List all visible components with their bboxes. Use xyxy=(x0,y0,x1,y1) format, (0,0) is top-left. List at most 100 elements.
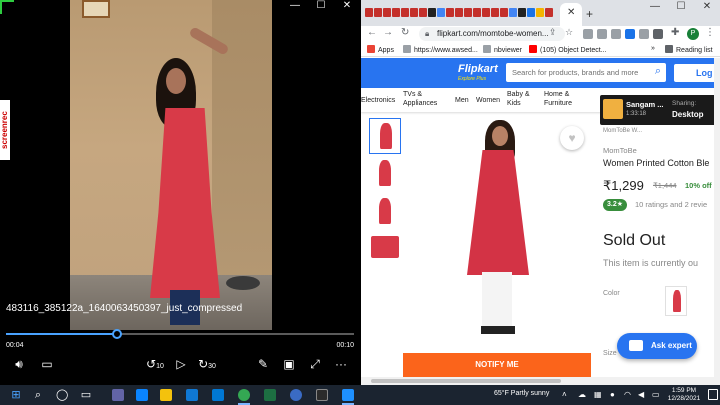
extension-icon[interactable] xyxy=(583,29,593,39)
tab-favicon[interactable] xyxy=(365,8,373,17)
tab-favicon[interactable] xyxy=(482,8,490,17)
widgets-icon[interactable]: ▭ xyxy=(80,389,92,401)
minimize-button[interactable]: — xyxy=(282,0,308,12)
wifi-icon[interactable]: ◠ xyxy=(624,390,631,399)
ask-expert-button[interactable]: Ask expert xyxy=(617,333,697,359)
tab-favicon[interactable] xyxy=(419,8,427,17)
scrollbar-thumb[interactable] xyxy=(371,379,561,383)
captions-icon[interactable]: ▭ xyxy=(38,356,56,372)
search-input[interactable]: Search for products, brands and more ⌕ xyxy=(506,63,666,82)
volume-icon[interactable]: 🔊︎ xyxy=(10,356,28,372)
flipkart-logo[interactable]: Flipkart xyxy=(458,63,498,75)
extension-icon[interactable] xyxy=(625,29,635,39)
search-icon[interactable]: ⌕ xyxy=(32,389,44,401)
start-icon[interactable]: ⊞ xyxy=(10,389,22,401)
seek-bar[interactable] xyxy=(6,329,354,339)
back-icon[interactable]: ← xyxy=(367,27,377,38)
tab-favicon[interactable] xyxy=(401,8,409,17)
flipkart-tagline[interactable]: Explore Plus xyxy=(458,76,486,82)
fullscreen-icon[interactable]: ⤢ xyxy=(306,356,324,372)
cloud-icon[interactable]: ☁ xyxy=(578,390,586,399)
system-clock[interactable]: 1:59 PM 12/28/2021 xyxy=(664,387,704,403)
lock-icon[interactable]: 🔒︎ xyxy=(425,29,429,39)
forward-button[interactable]: ↻30 xyxy=(198,356,216,372)
extension-icon[interactable] xyxy=(597,29,607,39)
weather-widget[interactable]: 65°F Partly sunny xyxy=(494,390,549,397)
file-explorer-icon[interactable] xyxy=(160,389,172,401)
minimize-button[interactable]: — xyxy=(642,0,668,14)
address-bar[interactable]: 🔒︎ flipkart.com/momtobe-women... xyxy=(419,27,565,41)
rating-count[interactable]: 10 ratings and 2 revie xyxy=(635,200,707,209)
tray-overflow-icon[interactable]: ˄ xyxy=(562,390,567,399)
bookmark-object-detect[interactable]: (105) Object Detect... xyxy=(529,45,607,54)
thumbnail[interactable] xyxy=(369,194,401,230)
menu-icon[interactable]: ⋮ xyxy=(705,27,715,38)
tab-favicon[interactable] xyxy=(383,8,391,17)
vertical-scrollbar[interactable] xyxy=(714,58,720,377)
tab-favicon[interactable] xyxy=(464,8,472,17)
terminal-icon[interactable] xyxy=(316,389,328,401)
miniplayer-icon[interactable]: ▣ xyxy=(280,356,298,372)
extensions-puzzle-icon[interactable]: ✚ xyxy=(671,27,679,38)
network-icon[interactable]: ▦ xyxy=(594,390,602,399)
reload-icon[interactable]: ↻ xyxy=(401,27,409,38)
microphone-icon[interactable]: ● xyxy=(610,390,615,399)
color-swatch[interactable] xyxy=(665,286,687,316)
wishlist-heart-icon[interactable]: ♥ xyxy=(560,126,584,150)
bookmark-apps[interactable]: Apps xyxy=(367,45,394,54)
tab-favicon[interactable] xyxy=(509,8,517,17)
seek-thumb[interactable] xyxy=(112,329,123,339)
battery-icon[interactable]: ▭ xyxy=(652,390,660,399)
breadcrumb[interactable]: MomToBe W... xyxy=(603,128,642,134)
excel-icon[interactable] xyxy=(264,389,276,401)
category-home-furniture[interactable]: Home & Furniture xyxy=(544,90,572,108)
play-button[interactable]: ▷ xyxy=(172,356,190,372)
volume-icon[interactable]: ◀ xyxy=(638,390,644,399)
thumbnail[interactable] xyxy=(369,118,401,154)
tab-close-icon[interactable]: ✕ xyxy=(567,7,575,18)
teams-icon[interactable] xyxy=(112,389,124,401)
chrome-icon[interactable] xyxy=(238,389,250,401)
tab-favicon[interactable] xyxy=(455,8,463,17)
tab-favicon[interactable] xyxy=(536,8,544,17)
tab-favicon[interactable] xyxy=(527,8,535,17)
tab-favicon[interactable] xyxy=(392,8,400,17)
reading-list[interactable]: Reading list xyxy=(665,45,713,54)
tab-favicon[interactable] xyxy=(473,8,481,17)
extension-icon[interactable] xyxy=(611,29,621,39)
category-electronics[interactable]: Electronics xyxy=(361,96,395,105)
mail-icon[interactable] xyxy=(186,389,198,401)
horizontal-scrollbar[interactable] xyxy=(361,377,720,385)
profile-avatar[interactable]: P xyxy=(687,28,699,40)
media-player-icon[interactable] xyxy=(342,389,354,401)
thumbnail[interactable] xyxy=(369,156,401,192)
screenrec-badge[interactable]: screenrec xyxy=(0,100,10,160)
maximize-button[interactable]: ☐ xyxy=(308,0,334,12)
bookmark-star-icon[interactable]: ☆ xyxy=(565,27,573,38)
extension-icon[interactable] xyxy=(639,29,649,39)
tab-favicon[interactable] xyxy=(428,8,436,17)
notifications-icon[interactable] xyxy=(708,389,718,400)
store-icon[interactable] xyxy=(212,389,224,401)
bookmark-awsed[interactable]: https://www.awsed... xyxy=(403,45,478,54)
word-icon[interactable] xyxy=(136,389,148,401)
screen-share-indicator[interactable]: Sangam ... 1:33:18 Sharing: Desktop xyxy=(600,95,720,125)
browser-icon[interactable] xyxy=(290,389,302,401)
edit-icon[interactable]: ✎ xyxy=(254,356,272,372)
forward-icon[interactable]: → xyxy=(383,27,393,38)
tab-favicon[interactable] xyxy=(500,8,508,17)
new-tab-button[interactable]: + xyxy=(586,7,593,21)
tab-favicon[interactable] xyxy=(410,8,418,17)
rewind-button[interactable]: ↺10 xyxy=(146,356,164,372)
extension-icon[interactable] xyxy=(653,29,663,39)
maximize-button[interactable]: ☐ xyxy=(668,0,694,14)
share-icon[interactable]: ⇪ xyxy=(549,27,557,38)
tab-favicon[interactable] xyxy=(446,8,454,17)
task-view-icon[interactable]: ◯ xyxy=(56,389,68,401)
close-button[interactable]: ✕ xyxy=(694,0,720,14)
search-icon[interactable]: ⌕ xyxy=(655,65,661,78)
notify-me-button[interactable]: NOTIFY ME xyxy=(403,353,591,377)
category-men[interactable]: Men xyxy=(455,96,469,105)
url-text[interactable]: flipkart.com/momtobe-women... xyxy=(437,29,549,38)
more-options-button[interactable]: ··· xyxy=(332,356,350,372)
